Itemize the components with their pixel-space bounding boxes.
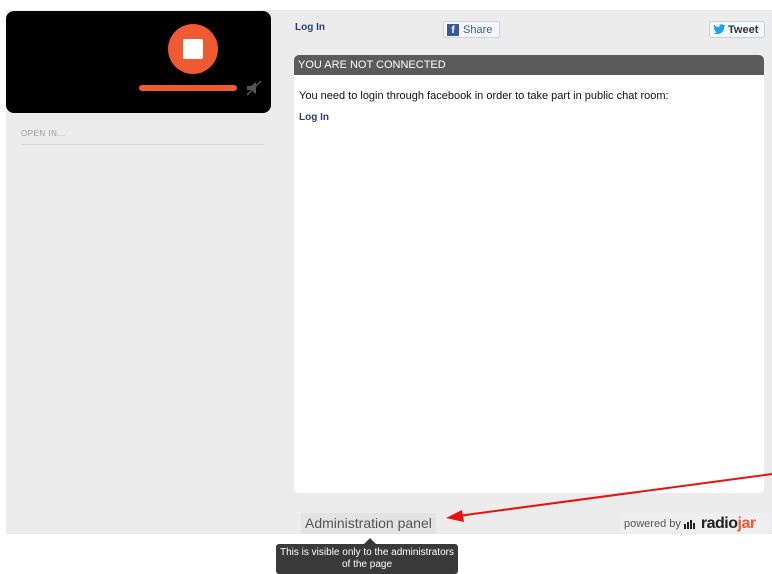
annotation-arrow xyxy=(446,473,772,522)
